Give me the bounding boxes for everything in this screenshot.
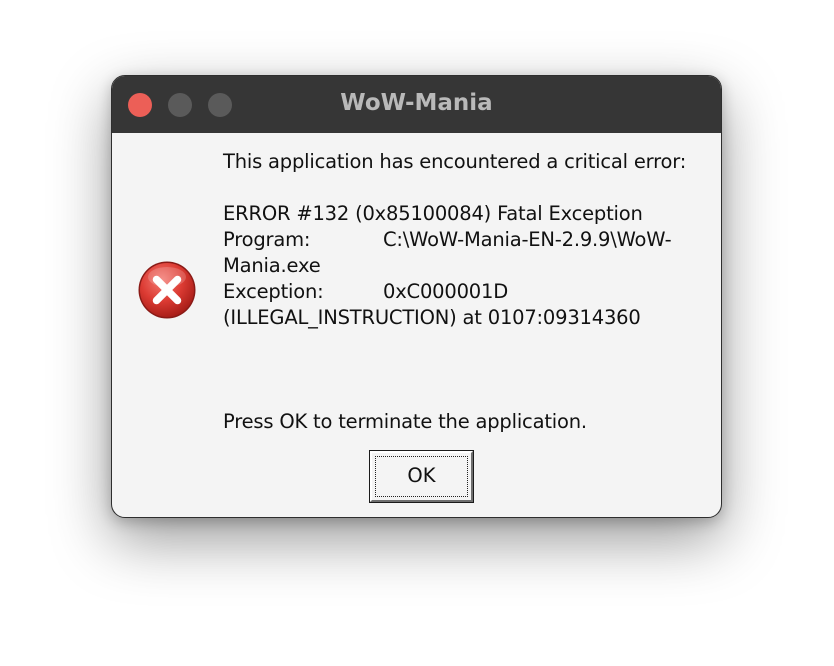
ok-button-label: OK — [407, 464, 436, 487]
program-path-continuation: Mania.exe — [223, 254, 321, 277]
program-label: Program: — [223, 228, 311, 251]
ok-button[interactable]: OK — [369, 450, 474, 503]
exception-code-text: 0xC000001D — [383, 280, 509, 303]
error-dialog-window: WoW-Mania This application has encounter… — [111, 75, 722, 518]
title-bar[interactable]: WoW-Mania — [112, 76, 721, 133]
exception-detail-text: (ILLEGAL_INSTRUCTION) at 0107:09314360 — [223, 306, 641, 329]
intro-text: This application has encountered a criti… — [223, 150, 687, 173]
error-code-text: ERROR #132 (0x85100084) Fatal Exception — [223, 202, 643, 225]
footer-text: Press OK to terminate the application. — [223, 410, 587, 433]
window-title: WoW-Mania — [340, 90, 493, 116]
error-icon — [138, 261, 196, 319]
exception-label: Exception: — [223, 280, 324, 303]
screen: WoW-Mania This application has encounter… — [0, 0, 834, 666]
program-path-text: C:\WoW-Mania-EN-2.9.9\WoW- — [383, 228, 672, 251]
